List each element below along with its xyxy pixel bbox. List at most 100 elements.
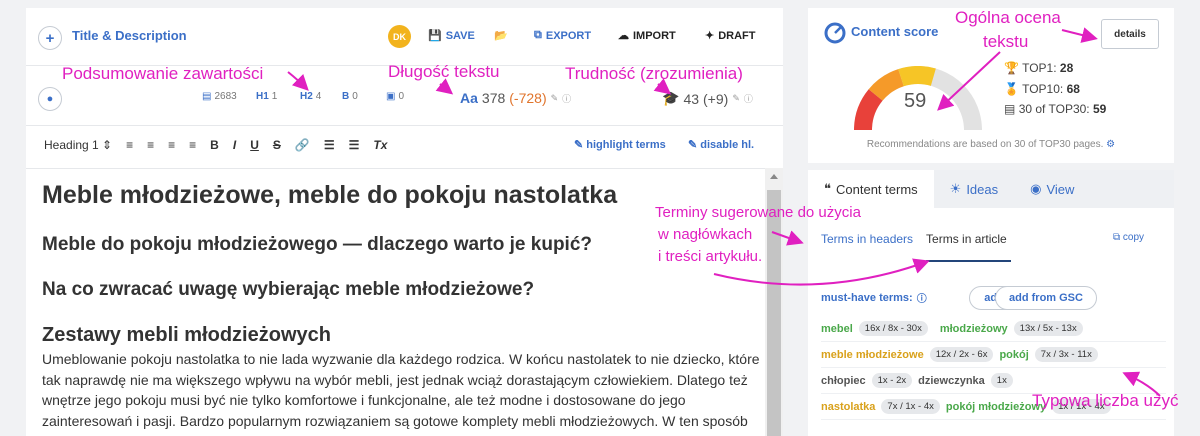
info-icon[interactable]: ⓘ: [917, 290, 927, 305]
add-title-button[interactable]: +: [38, 26, 62, 50]
annotation-overall-1: Ogólna ocena: [955, 8, 1061, 27]
annotation-suggest-3: i treści artykułu.: [658, 248, 763, 265]
text-icon: ▤: [202, 91, 212, 102]
heading-1: Meble młodzieżowe, meble do pokoju nasto…: [42, 181, 618, 209]
subtab-terms-in-headers[interactable]: Terms in headers: [821, 232, 913, 262]
underline-button[interactable]: U: [250, 138, 259, 152]
image-count: ▣ 0: [386, 91, 405, 102]
annotation-typical: Typowa liczba użyć: [1032, 391, 1179, 410]
details-button[interactable]: details: [1101, 19, 1159, 49]
heading-3: Zestawy mebli młodzieżowych: [42, 324, 331, 346]
strike-button[interactable]: S: [273, 138, 281, 152]
link-icon[interactable]: 🔗: [295, 138, 310, 152]
annotation-overall-2: tekstu: [983, 32, 1029, 51]
term-count: 1x - 2x: [871, 373, 913, 388]
tab-view[interactable]: ◉ View: [1014, 170, 1090, 208]
export-button[interactable]: ⧉ EXPORT: [534, 29, 591, 42]
medal-icon: 🏅: [1004, 81, 1019, 96]
scrollbar-thumb[interactable]: [767, 190, 781, 436]
import-button[interactable]: ☁ IMPORT: [618, 29, 676, 43]
annotation-difficulty: Trudność (zrozumienia): [565, 64, 743, 83]
edit-icon[interactable]: ✎: [551, 93, 559, 104]
save-button[interactable]: 💾 SAVE: [428, 29, 475, 43]
term-count: 1x: [990, 373, 1013, 388]
add-from-gsc-button[interactable]: add from GSC: [995, 286, 1097, 310]
align-left-icon[interactable]: ≡: [126, 138, 133, 152]
must-have-label: must-have terms: ⓘ: [821, 290, 927, 306]
info-icon[interactable]: ⓘ: [562, 92, 571, 105]
term[interactable]: dziewczynka: [918, 375, 985, 387]
gear-icon[interactable]: ⚙: [1106, 139, 1115, 150]
h2-count: H2 4: [300, 91, 322, 102]
divider: [26, 125, 783, 126]
term-count: 16x / 8x - 30x: [858, 321, 928, 336]
location-pin-button[interactable]: ●: [38, 87, 62, 111]
top-stats: 🏆 TOP1: 28 🏅 TOP10: 68 ▤ 30 of TOP30: 59: [1004, 61, 1107, 116]
clear-format-button[interactable]: Tx: [373, 138, 387, 152]
text-length: Aa 378 (-728) ✎ ⓘ: [460, 90, 572, 106]
scroll-up-icon[interactable]: [770, 174, 778, 179]
image-icon: ▣: [386, 91, 396, 102]
copy-button[interactable]: ⧉ copy: [1113, 232, 1144, 243]
lightbulb-icon: ☀: [949, 181, 962, 196]
folder-icon: 📂: [494, 30, 508, 42]
editor-content[interactable]: Meble młodzieżowe, meble do pokoju nasto…: [42, 173, 760, 436]
info-icon[interactable]: ⓘ: [744, 92, 753, 105]
pen-icon: ✎: [574, 139, 584, 151]
align-justify-icon[interactable]: ≡: [189, 138, 196, 152]
tab-content-terms[interactable]: ❝ Content terms: [808, 170, 934, 208]
term-count: 7x / 3x - 11x: [1034, 347, 1098, 362]
edit-icon[interactable]: ✎: [732, 93, 740, 104]
export-icon: ⧉: [534, 29, 542, 41]
heading-2: Meble do pokoju młodzieżowego — dlaczego…: [42, 234, 592, 255]
align-center-icon[interactable]: ≡: [147, 138, 154, 152]
term[interactable]: młodzieżowy: [940, 323, 1008, 335]
tab-ideas[interactable]: ☀ Ideas: [934, 170, 1014, 208]
bold-count: B0: [342, 91, 358, 102]
heading-2: Na co zwracać uwagę wybierając meble mło…: [42, 279, 535, 300]
disable-highlight-button[interactable]: ✎ disable hl.: [688, 138, 754, 151]
term[interactable]: chłopiec: [821, 375, 866, 387]
quote-icon: ❝: [824, 181, 831, 196]
word-count: ▤ 2683: [202, 91, 237, 102]
subtab-terms-in-article[interactable]: Terms in article: [926, 232, 1011, 262]
paragraph: Umeblowanie pokoju nastolatka to nie lad…: [42, 351, 760, 436]
copy-icon: ⧉: [1113, 232, 1121, 243]
term-row: meble młodzieżowe 12x / 2x - 6x pokój 7x…: [821, 342, 1166, 368]
bullet-list-icon[interactable]: ☰: [349, 138, 360, 152]
annotation-length: Długość tekstu: [388, 62, 500, 81]
pen-off-icon: ✎: [688, 139, 698, 151]
cloud-download-icon: ☁: [618, 30, 629, 42]
trophy-icon: 🏆: [1004, 61, 1019, 75]
open-folder-button[interactable]: 📂: [494, 29, 508, 42]
term[interactable]: mebel: [821, 323, 853, 335]
save-icon: 💾: [428, 30, 442, 42]
italic-button[interactable]: I: [233, 138, 236, 152]
font-size-icon: Aa: [460, 90, 478, 106]
divider: [26, 168, 765, 169]
score-value: 59: [904, 90, 927, 112]
format-toolbar: Heading 1 ⇕ ≡ ≡ ≡ ≡ B I U S 🔗 ☰ ☰ Tx: [44, 138, 387, 152]
content-score-title: Content score: [851, 24, 939, 39]
avatar[interactable]: DK: [388, 25, 411, 48]
bold-button[interactable]: B: [210, 138, 219, 152]
term-count: 13x / 5x - 13x: [1013, 321, 1083, 336]
annotation-suggest-1: Terminy sugerowane do użycia: [655, 204, 861, 221]
term-count: 7x / 1x - 4x: [881, 399, 940, 414]
recommendations-note: Recommendations are based on 30 of TOP30…: [866, 139, 1116, 150]
terms-tabs: ❝ Content terms ☀ Ideas ◉ View: [808, 170, 1174, 208]
annotation-suggest-2: w nagłówkach: [658, 226, 753, 243]
gauge-icon: [824, 22, 846, 44]
highlight-terms-button[interactable]: ✎ highlight terms: [574, 138, 666, 151]
align-right-icon[interactable]: ≡: [168, 138, 175, 152]
term[interactable]: meble młodzieżowe: [821, 349, 924, 361]
ordered-list-icon[interactable]: ☰: [324, 138, 335, 152]
term[interactable]: pokój: [999, 349, 1028, 361]
heading-select[interactable]: Heading 1 ⇕: [44, 138, 112, 152]
text-difficulty: 🎓 43 (+9) ✎ ⓘ: [662, 90, 753, 107]
annotation-summary: Podsumowanie zawartości: [62, 64, 264, 83]
term[interactable]: nastolatka: [821, 401, 875, 413]
title-description-link[interactable]: Title & Description: [72, 28, 187, 43]
draft-button[interactable]: ✦ DRAFT: [705, 29, 756, 43]
term-count: 12x / 2x - 6x: [929, 347, 994, 362]
